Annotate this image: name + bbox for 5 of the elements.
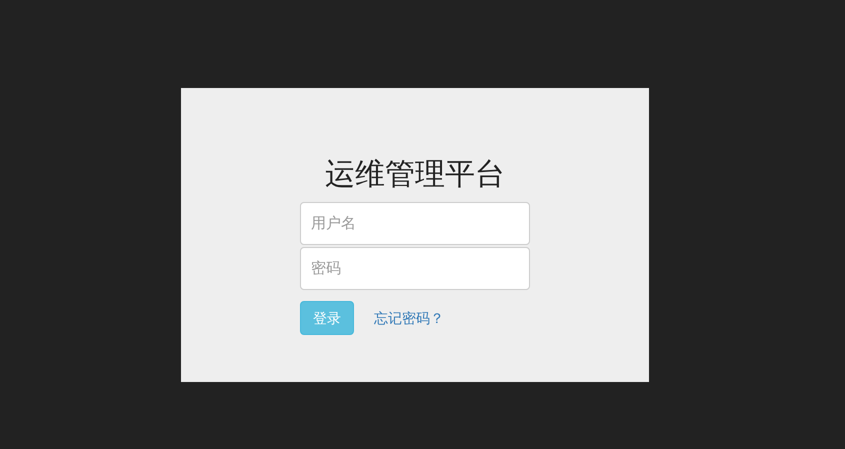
login-title: 运维管理平台 [325, 156, 505, 194]
forgot-password-link[interactable]: 忘记密码？ [374, 308, 444, 328]
username-field[interactable]: 用户名 [300, 202, 530, 245]
login-button[interactable]: 登录 [300, 301, 354, 335]
password-field[interactable]: 密码 [300, 247, 530, 290]
